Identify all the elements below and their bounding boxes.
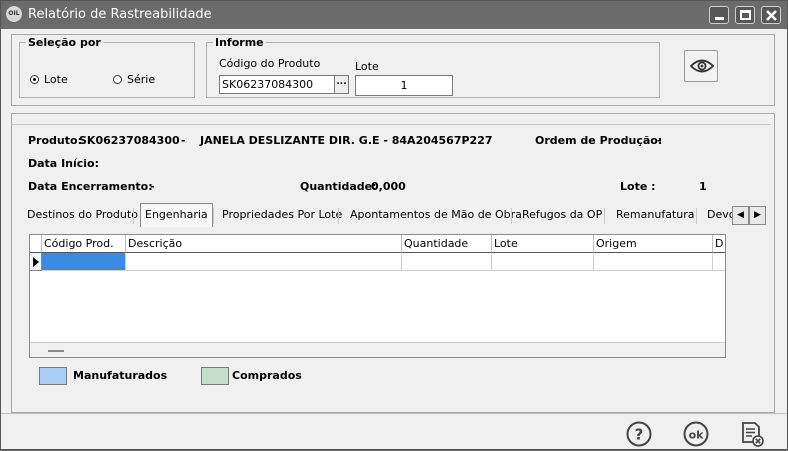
produto-code: SK06237084300 [79,134,180,147]
window-title: Relatório de Rastreabilidade [28,7,212,22]
bottom-divider [1,413,787,414]
grid-cell-descricao[interactable] [126,253,402,271]
informe-group: Informe Código do Produto Lote SK0623708… [206,36,660,98]
grid-cell-lote[interactable] [492,253,594,271]
column-header-d[interactable]: D [713,235,725,253]
tab-divider [133,208,134,224]
produto-label: Produto: [28,134,82,147]
minimize-icon [715,17,724,20]
grid-cell-d[interactable] [713,253,725,271]
svg-text:?: ? [635,426,644,444]
radio-serie-label: Série [127,73,156,86]
engineering-grid[interactable]: Código Prod. Descrição Quantidade Lote O… [29,234,726,358]
quantidade-value: 0,000 [371,180,406,193]
maximize-icon [740,10,751,20]
tab-strip: Destinos do Produto Engenharia Proprieda… [21,203,767,228]
data-encerramento-value: - [150,180,155,193]
product-code-label: Código do Produto [219,57,321,70]
column-header-lote[interactable]: Lote [492,235,594,253]
product-code-input[interactable]: SK06237084300 [219,75,335,94]
ordem-producao-label: Ordem de Produção: [535,134,663,147]
quantidade-label: Quantidade: [300,180,377,193]
column-header-quantidade[interactable]: Quantidade [402,235,492,253]
tab-scroll-right-icon[interactable]: ▶ [749,206,766,225]
help-icon: ? [626,421,652,447]
radio-lote-label: Lote [44,73,68,86]
footer-dash-icon [48,350,64,352]
produto-description: JANELA DESLIZANTE DIR. G.E - 84A204567P2… [200,134,493,147]
column-header-descricao[interactable]: Descrição [126,235,402,253]
ordem-producao-value: - [657,134,662,147]
filter-panel: Seleção por Lote Série Informe Código do… [11,34,775,106]
column-header-codigo[interactable]: Código Prod. [42,235,126,253]
product-lookup-button[interactable]: ... [334,75,349,94]
report-window: OIL Relatório de Rastreabilidade Seleção… [0,0,788,450]
clear-report-icon [742,422,764,447]
grid-cell-quantidade[interactable] [402,253,492,271]
column-header-origem[interactable]: Origem [594,235,713,253]
clear-report-button[interactable] [738,420,766,448]
selection-group: Seleção por Lote Série [19,36,195,98]
informe-legend: Informe [215,36,264,49]
comprados-swatch [201,367,229,385]
title-bar: OIL Relatório de Rastreabilidade [1,1,787,29]
ok-button[interactable]: ok [682,420,710,448]
row-indicator-icon [30,253,42,271]
view-button[interactable] [684,50,718,82]
tab-destinos-produto[interactable]: Destinos do Produto [23,204,142,226]
tab-refugos-op[interactable]: Refugos da OP [518,204,606,226]
ok-icon: ok [683,421,709,447]
grid-cell-origem[interactable] [594,253,713,271]
minimize-button[interactable] [709,6,729,24]
tab-divider [213,208,214,224]
lote-label: Lote [355,60,379,73]
grid-footer [30,342,725,357]
data-encerramento-label: Data Encerramento: [28,180,153,193]
tab-divider [511,208,512,224]
tab-propriedades-lote[interactable]: Propriedades Por Lote [218,204,346,226]
help-button[interactable]: ? [625,420,653,448]
comprados-label: Comprados [232,369,302,382]
close-button[interactable] [761,6,781,24]
grid-cell-codigo[interactable] [42,253,126,271]
app-icon: OIL [6,6,22,22]
selection-legend: Seleção por [28,36,101,49]
tab-divider [338,208,339,224]
tab-scroll-buttons: ◀ ▶ [732,206,767,225]
maximize-button[interactable] [735,6,755,24]
lote-info-label: Lote : [620,180,656,193]
tab-scroll-left-icon[interactable]: ◀ [732,206,749,225]
tab-divider [604,208,605,224]
tab-devolucoes[interactable]: Devo [703,204,733,226]
eye-icon [690,59,714,73]
lote-input[interactable]: 1 [355,75,453,96]
radio-serie[interactable]: Série [113,73,155,86]
tab-apontamentos-mao-obra[interactable]: Apontamentos de Mão de Obra [346,204,526,226]
data-inicio-label: Data Início: [28,157,100,170]
product-info: Produto: SK06237084300 - JANELA DESLIZAN… [11,124,771,199]
tab-engenharia[interactable]: Engenharia [140,203,213,227]
svg-text:ok: ok [689,429,705,442]
tab-divider [696,208,697,224]
tab-remanufatura[interactable]: Remanufatura [612,204,698,226]
close-icon [766,10,777,21]
radio-lote[interactable]: Lote [30,73,68,86]
produto-separator: - [181,134,186,147]
radio-indicator [30,75,39,84]
radio-indicator [113,75,122,84]
manufaturados-swatch [39,367,67,385]
lote-info-value: 1 [699,180,707,193]
grid-corner [30,235,42,253]
manufaturados-label: Manufaturados [73,369,168,382]
